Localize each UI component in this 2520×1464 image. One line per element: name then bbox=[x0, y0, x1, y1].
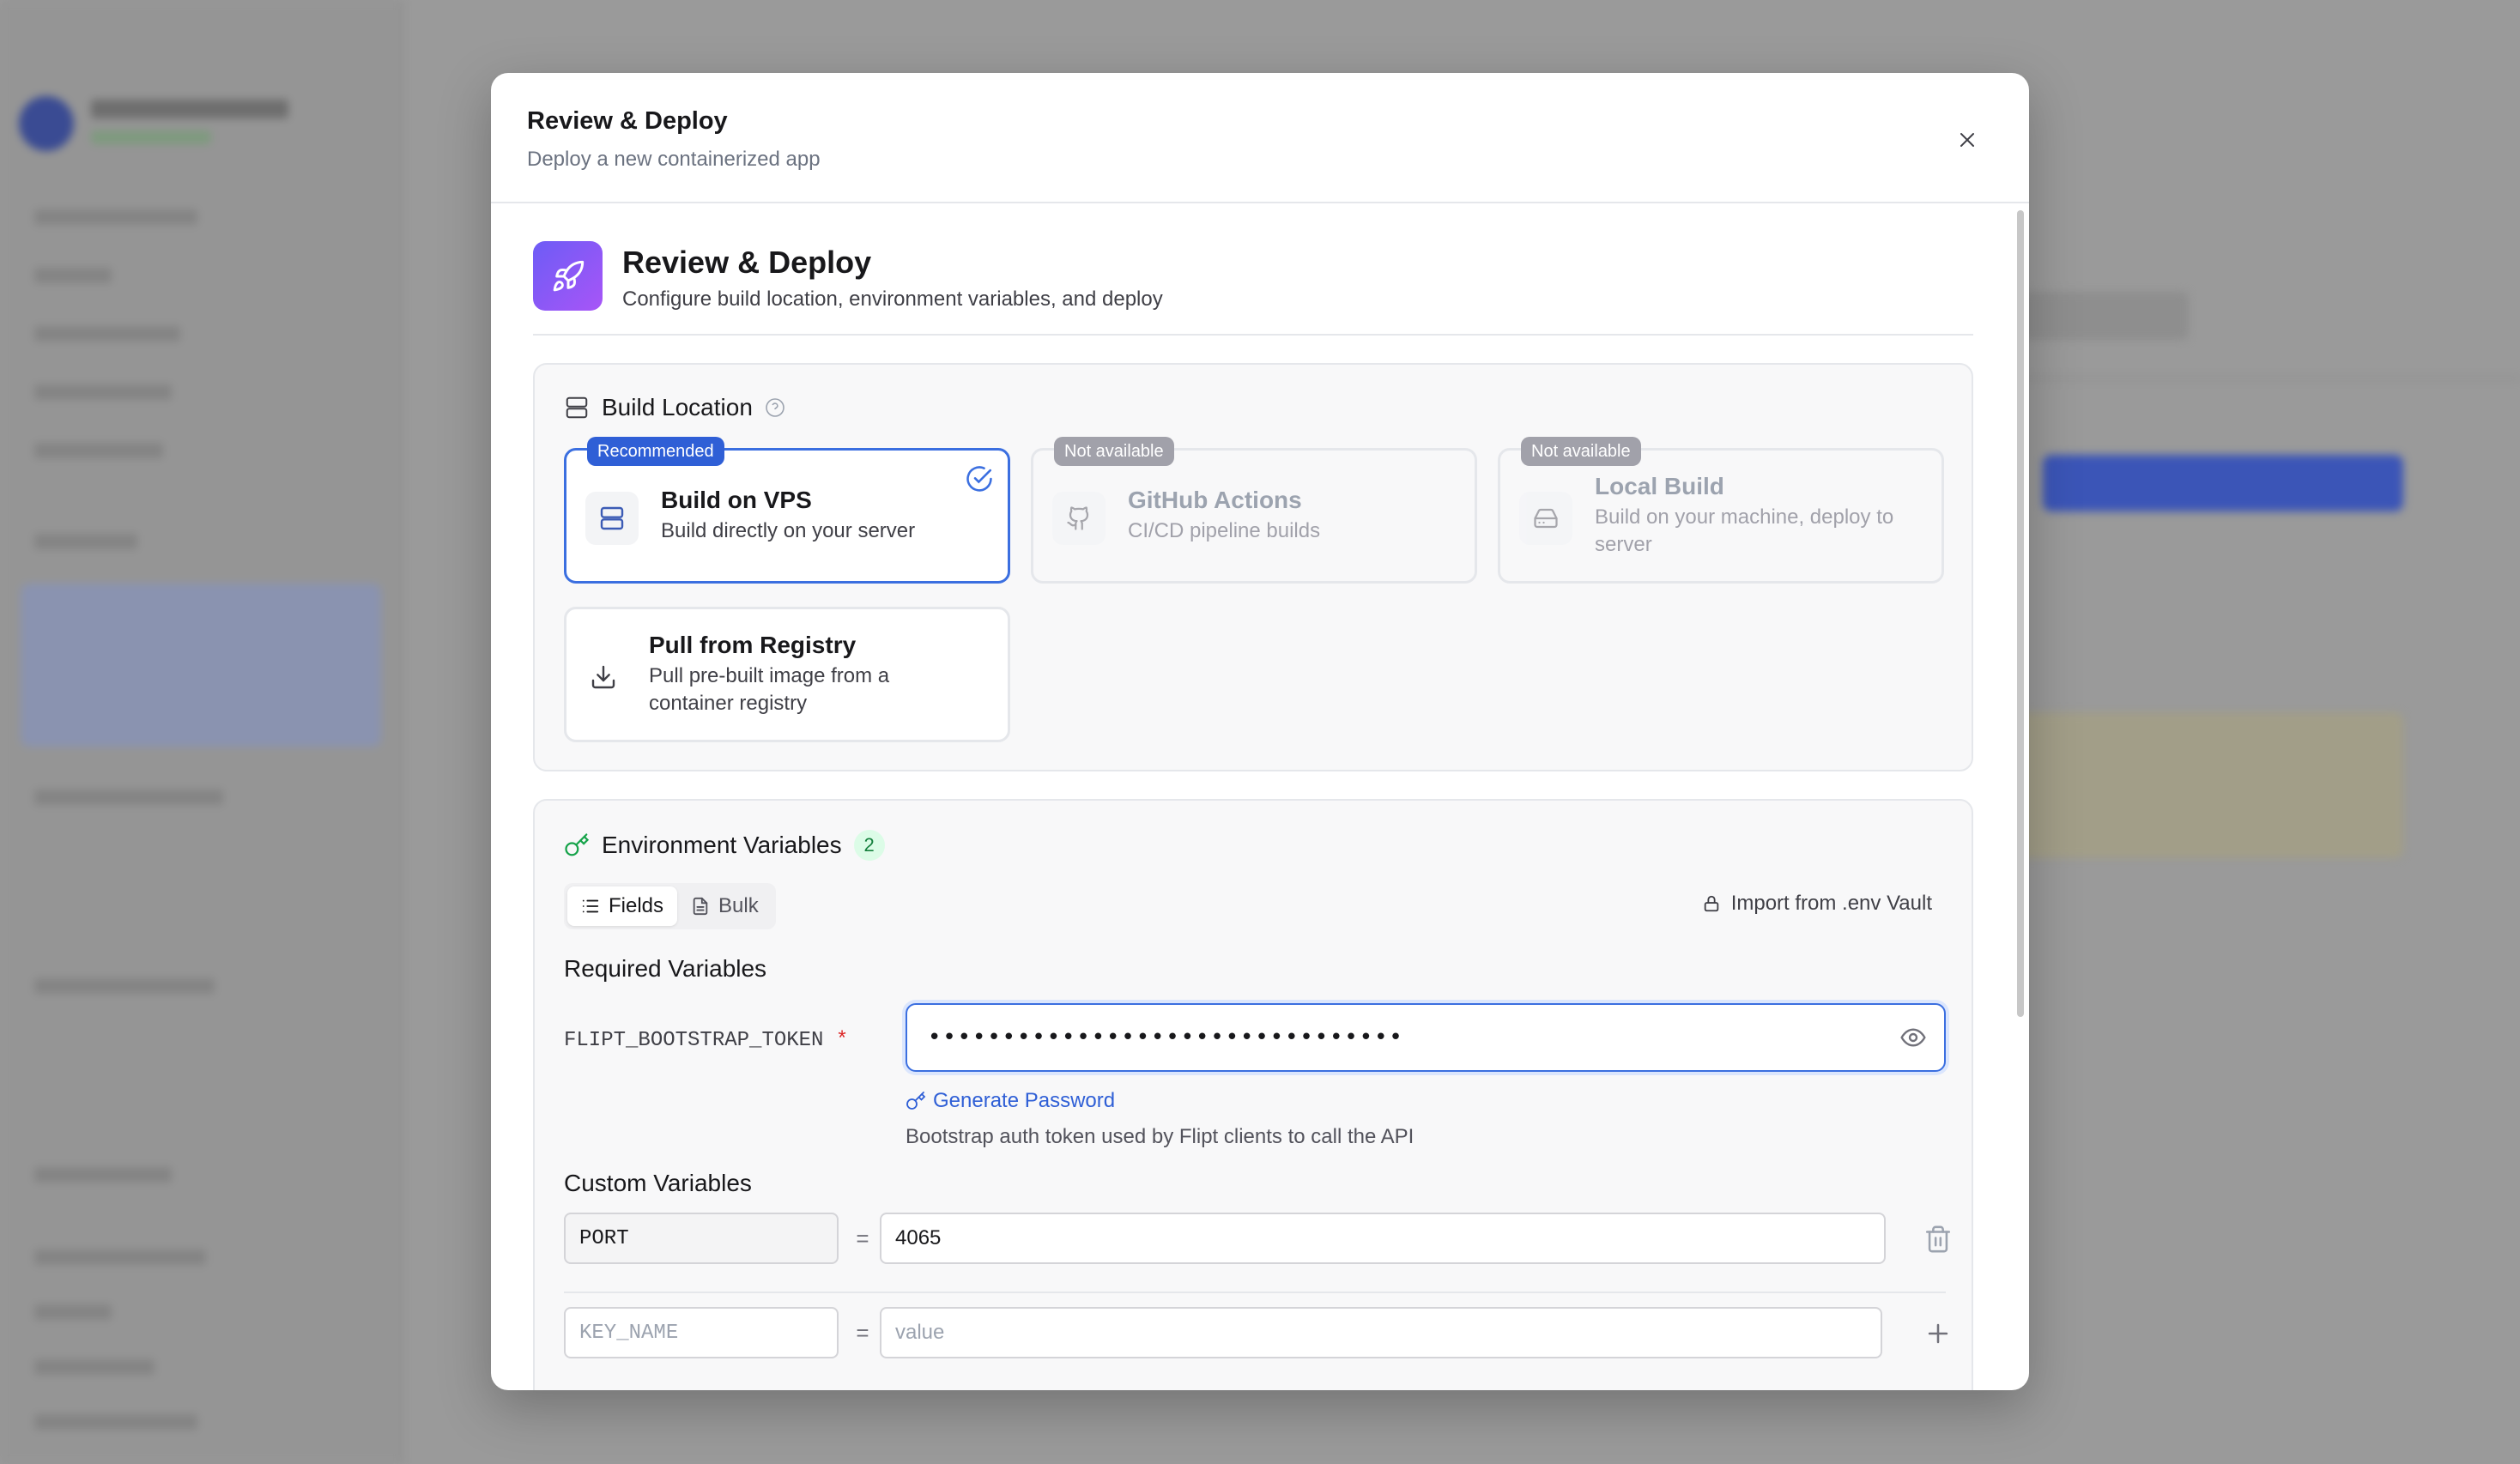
option-name: GitHub Actions bbox=[1128, 487, 1302, 513]
dialog-header: Review & Deploy Deploy a new containeriz… bbox=[491, 73, 2029, 203]
lock-icon bbox=[1704, 895, 1718, 912]
equals-separator: = bbox=[856, 1320, 869, 1346]
custom-var-key-input[interactable] bbox=[564, 1213, 839, 1264]
build-option-vps[interactable]: Recommended Build on VPS Build directly … bbox=[564, 437, 1010, 584]
import-label: Import from .env Vault bbox=[1730, 892, 1932, 915]
step-subtitle: Configure build location, environment va… bbox=[622, 287, 1163, 311]
divider bbox=[564, 1292, 1946, 1293]
scrollbar[interactable] bbox=[2017, 210, 2024, 1017]
build-location-title: Build Location bbox=[602, 394, 753, 420]
environment-variables-title: Environment Variables bbox=[602, 832, 842, 858]
eye-icon[interactable] bbox=[1899, 1024, 1927, 1051]
tab-label: Bulk bbox=[718, 894, 759, 917]
build-option-registry[interactable]: Pull from Registry Pull pre-built image … bbox=[564, 607, 1010, 742]
required-star: * bbox=[835, 1029, 849, 1052]
option-name: Pull from Registry bbox=[649, 632, 857, 658]
help-icon[interactable] bbox=[765, 397, 785, 418]
generate-password-link[interactable]: Generate Password bbox=[906, 1089, 1115, 1113]
option-desc: Build directly on your server bbox=[661, 519, 916, 542]
close-icon bbox=[1960, 133, 1974, 147]
recommended-badge: Recommended bbox=[587, 437, 724, 466]
check-circle-icon bbox=[966, 466, 992, 492]
file-text-icon bbox=[693, 897, 708, 916]
import-env-vault-button[interactable]: Import from .env Vault bbox=[1702, 892, 1932, 916]
dialog-body: Review & Deploy Configure build location… bbox=[491, 203, 2029, 1390]
option-desc: Build on your machine, deploy to server bbox=[1595, 505, 1894, 556]
background-sidebar bbox=[0, 0, 403, 1464]
github-icon bbox=[1052, 492, 1106, 545]
env-mode-tabs: Fields Bulk bbox=[564, 883, 776, 929]
server-icon bbox=[585, 492, 639, 545]
option-desc: CI/CD pipeline builds bbox=[1128, 519, 1321, 542]
download-icon bbox=[577, 650, 630, 704]
dialog-subtitle: Deploy a new containerized app bbox=[527, 148, 821, 171]
new-var-value-input[interactable] bbox=[880, 1307, 1882, 1358]
avatar bbox=[19, 96, 74, 151]
step-header: Review & Deploy Configure build location… bbox=[533, 241, 1973, 336]
dialog-title: Review & Deploy bbox=[527, 107, 728, 135]
required-var-field bbox=[906, 1003, 1946, 1072]
required-var-input[interactable] bbox=[928, 1005, 1786, 1070]
build-location-heading: Build Location bbox=[564, 394, 785, 421]
required-var-hint: Bootstrap auth token used by Flipt clien… bbox=[906, 1125, 1414, 1148]
plus-icon[interactable] bbox=[1923, 1319, 1953, 1348]
close-button[interactable] bbox=[1950, 123, 1984, 157]
tab-label: Fields bbox=[609, 894, 664, 917]
deploy-dialog: Review & Deploy Deploy a new containeriz… bbox=[491, 73, 2029, 1390]
build-option-local: Not available Local Build Build on your … bbox=[1498, 437, 1944, 584]
build-option-github-actions: Not available GitHub Actions CI/CD pipel… bbox=[1031, 437, 1477, 584]
equals-separator: = bbox=[856, 1225, 869, 1251]
rocket-icon bbox=[533, 241, 603, 311]
key-icon bbox=[906, 1092, 926, 1110]
key-icon bbox=[565, 833, 590, 856]
required-variables-heading: Required Variables bbox=[564, 955, 767, 982]
server-icon bbox=[566, 396, 588, 419]
not-available-badge: Not available bbox=[1054, 437, 1174, 466]
required-var-key: FLIPT_BOOTSTRAP_TOKEN bbox=[564, 1029, 824, 1052]
custom-var-value-input[interactable] bbox=[880, 1213, 1886, 1264]
generate-password-label: Generate Password bbox=[933, 1089, 1116, 1112]
step-title: Review & Deploy bbox=[622, 245, 872, 280]
required-var-label: FLIPT_BOOTSTRAP_TOKEN * bbox=[564, 1029, 848, 1052]
option-desc: Pull pre-built image from a container re… bbox=[649, 664, 890, 715]
env-count-badge: 2 bbox=[853, 830, 885, 861]
custom-variables-heading: Custom Variables bbox=[564, 1170, 752, 1196]
option-name: Local Build bbox=[1595, 473, 1724, 499]
list-icon bbox=[582, 899, 599, 913]
environment-variables-card: Environment Variables 2 Fields Bulk Impo… bbox=[533, 799, 1973, 1390]
build-location-card: Build Location Recommended Build on VPS … bbox=[533, 363, 1973, 771]
hard-drive-icon bbox=[1519, 492, 1572, 545]
not-available-badge: Not available bbox=[1521, 437, 1641, 466]
trash-icon[interactable] bbox=[1923, 1225, 1953, 1254]
environment-variables-heading: Environment Variables 2 bbox=[564, 830, 885, 861]
new-var-key-input[interactable] bbox=[564, 1307, 839, 1358]
option-name: Build on VPS bbox=[661, 487, 812, 513]
tab-fields[interactable]: Fields bbox=[567, 886, 678, 926]
tab-bulk[interactable]: Bulk bbox=[677, 886, 772, 926]
